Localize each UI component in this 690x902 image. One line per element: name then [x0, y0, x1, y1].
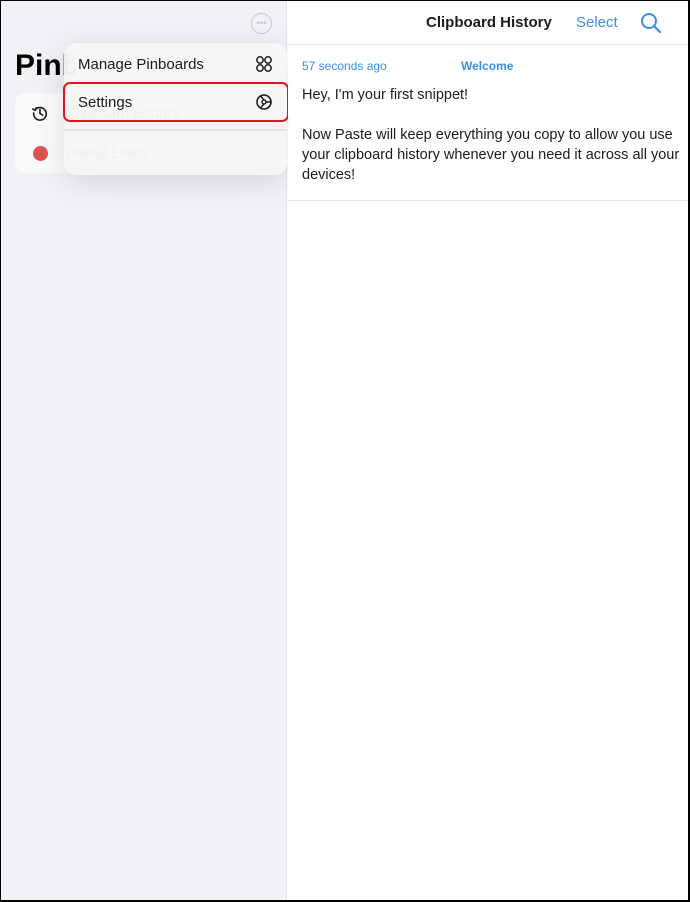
main-content: Clipboard History Select 57 seconds ago …: [288, 1, 688, 900]
grid-circles-icon: [256, 56, 272, 72]
settings-highlight-annotation: [63, 82, 289, 122]
snippet-item[interactable]: 57 seconds ago Welcome Hey, I'm your fir…: [288, 46, 688, 201]
snippet-pinboard-tag: Welcome: [461, 59, 514, 73]
menu-separator: [64, 129, 287, 131]
more-options-button[interactable]: •••: [251, 13, 272, 34]
menu-item-manage-pinboards[interactable]: Manage Pinboards: [64, 45, 287, 83]
search-icon[interactable]: [640, 12, 662, 34]
menu-item-label: Manage Pinboards: [78, 55, 204, 73]
page-title: Clipboard History: [426, 14, 552, 31]
sidebar: ••• Pinboards Clipboard History Useful L…: [1, 1, 289, 900]
ellipsis-icon: •••: [256, 17, 267, 29]
select-button[interactable]: Select: [576, 14, 618, 31]
snippet-timestamp: 57 seconds ago: [302, 59, 387, 73]
pinboard-color-dot: [33, 145, 48, 161]
history-icon: [31, 106, 48, 121]
snippet-text: Hey, I'm your first snippet! Now Paste w…: [302, 87, 680, 183]
navigation-bar: Clipboard History Select: [288, 1, 688, 45]
app-window: ••• Pinboards Clipboard History Useful L…: [1, 1, 688, 900]
